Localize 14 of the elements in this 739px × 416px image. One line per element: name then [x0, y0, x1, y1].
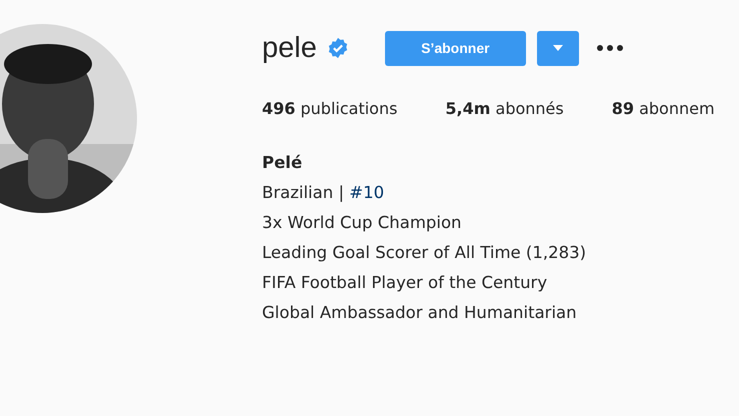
bio-line: Global Ambassador and Humanitarian [262, 302, 578, 324]
caret-icon [552, 45, 563, 51]
bio-line: Leading Goal Scorer of All Time (1,283) [262, 242, 588, 264]
full-name: Pelé [262, 152, 304, 174]
stat-count[interactable]: 89 abonnem [612, 99, 715, 118]
bio-line: FIFA Football Player of the Century [262, 272, 548, 294]
username: pele [262, 32, 317, 64]
bio-line: Brazilian | #10 [262, 182, 386, 204]
bio-line: 3x World Cup Champion [262, 212, 463, 234]
hashtag-link[interactable]: #10 [349, 183, 384, 202]
more-options-icon[interactable] [596, 44, 624, 52]
dropdown-button[interactable] [536, 30, 579, 66]
stat-count[interactable]: 496 publications [262, 99, 398, 118]
stat-count[interactable]: 5,4m abonnés [445, 99, 564, 118]
